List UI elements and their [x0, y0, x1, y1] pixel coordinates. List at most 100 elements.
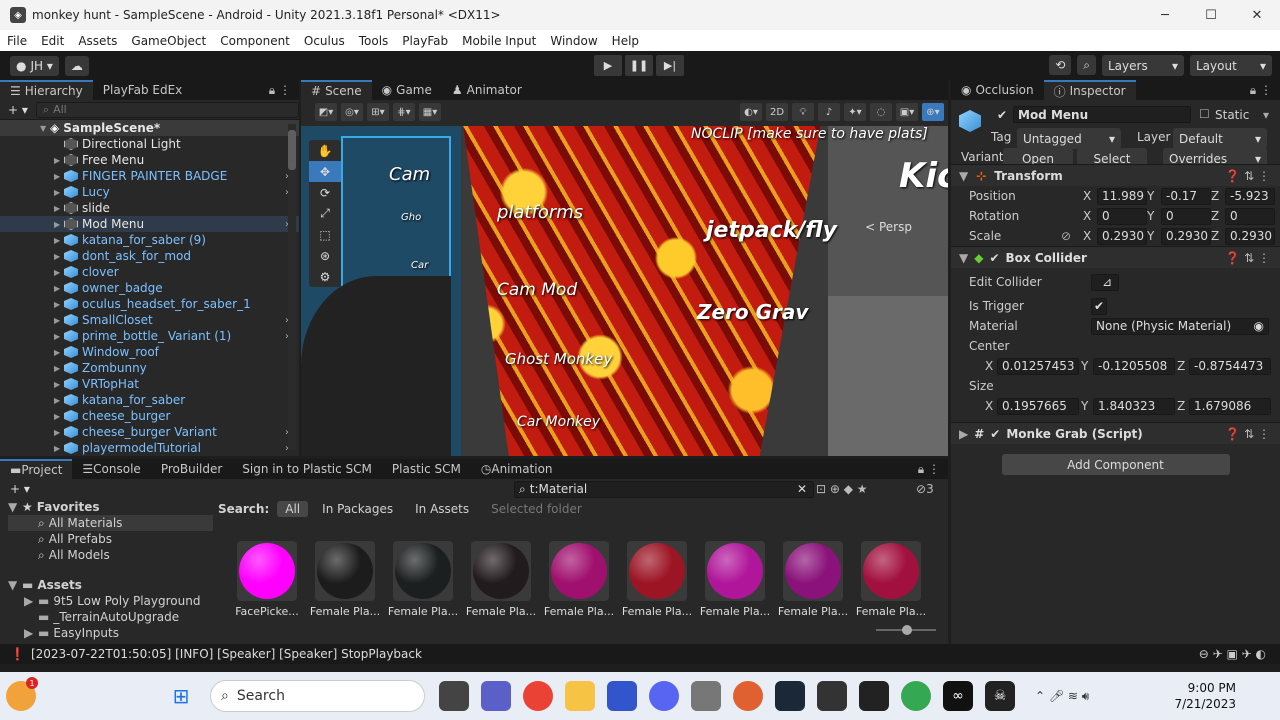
center-x-field[interactable]: 0.01257453 — [997, 357, 1079, 375]
hierarchy-item[interactable]: ▶ cheese_burger Variant › — [0, 424, 299, 440]
project-search-input[interactable]: ⌕ t:Material ✕ — [514, 480, 814, 498]
tab-game[interactable]: ◉ Game — [372, 80, 442, 100]
gizmos-icon[interactable]: ⊕▾ — [922, 103, 944, 121]
hierarchy-item[interactable]: ▶ playermodelTutorial › — [0, 440, 299, 456]
scale-tool-icon[interactable]: ⤢ — [309, 203, 341, 224]
render-mode-button[interactable]: ◐▾ — [740, 103, 762, 121]
create-asset-button[interactable]: + ▾ — [10, 482, 30, 496]
close-button[interactable]: ✕ — [1234, 0, 1280, 30]
expand-arrow-icon[interactable]: ▶ — [54, 348, 64, 357]
size-z-field[interactable]: 1.679086 — [1189, 397, 1271, 415]
folder-easyinputs[interactable]: ▶ ▬ EasyInputs — [8, 625, 213, 641]
menu-component[interactable]: Component — [213, 34, 297, 48]
maximize-button[interactable]: ☐ — [1188, 0, 1234, 30]
effects-icon[interactable]: ✦▾ — [844, 103, 866, 121]
skull-app-icon[interactable]: ☠ — [985, 681, 1015, 711]
filter-in-assets[interactable]: In Assets — [407, 501, 477, 517]
tab-plastic-scm[interactable]: Plastic SCM — [382, 459, 471, 479]
link-scale-icon[interactable]: ⊘ — [1061, 229, 1071, 243]
box-collider-enabled-checkbox[interactable]: ✔ — [989, 251, 999, 265]
teams-icon[interactable] — [481, 681, 511, 711]
menu-playfab[interactable]: PlayFab — [395, 34, 455, 48]
hierarchy-item[interactable]: ▶ oculus_headset_for_saber_1 — [0, 296, 299, 312]
hierarchy-scrollbar[interactable] — [288, 124, 296, 450]
hierarchy-item[interactable]: ▶ prime_bottle_ Variant (1) › — [0, 328, 299, 344]
hierarchy-item[interactable]: ▶ cheese_burger — [0, 408, 299, 424]
hierarchy-item[interactable]: Directional Light — [0, 136, 299, 152]
filter-all[interactable]: All — [277, 501, 309, 517]
rotate-tool-icon[interactable]: ⟳ — [309, 182, 341, 203]
expand-arrow-icon[interactable]: ▶ — [54, 204, 64, 213]
play-button[interactable]: ▶ — [594, 55, 622, 76]
task-view-icon[interactable] — [439, 681, 469, 711]
start-icon[interactable]: ⊞ — [166, 681, 196, 711]
center-z-field[interactable]: -0.8754473 — [1189, 357, 1271, 375]
tab-hierarchy[interactable]: ☰ Hierarchy — [0, 80, 93, 100]
file-explorer-icon[interactable] — [565, 681, 595, 711]
pause-button[interactable]: ❚❚ — [625, 55, 653, 76]
lock-icon[interactable]: 🔒︎ ⋮ — [269, 83, 291, 98]
component-menu-icon[interactable]: ❓ ⇅ ⋮ — [1225, 169, 1270, 183]
transform-rotation-y-field[interactable]: 0 — [1161, 207, 1211, 225]
layer-dropdown[interactable]: Default ▾ — [1173, 128, 1267, 149]
expand-arrow-icon[interactable]: ▶ — [54, 268, 64, 277]
tab-playfab-edex[interactable]: PlayFab EdEx — [93, 80, 193, 100]
windows-search-input[interactable]: ⌕ Search — [210, 680, 425, 712]
grid-snap-button[interactable]: ⊞▾ — [367, 103, 389, 121]
project-lock-icon[interactable]: 🔒︎ ⋮ — [918, 462, 940, 477]
edit-collider-button[interactable]: ⊿ — [1091, 273, 1119, 291]
hierarchy-item[interactable]: ▶ Zombunny — [0, 360, 299, 376]
chrome-2-icon[interactable] — [901, 681, 931, 711]
hierarchy-item[interactable]: ▶ Free Menu — [0, 152, 299, 168]
tray-icons[interactable]: ⌃ 🎤︎ ≋ 🔊︎ — [1035, 689, 1089, 704]
folder-terrain[interactable]: ▬ _TerrainAutoUpgrade — [8, 609, 213, 625]
size-x-field[interactable]: 0.1957665 — [997, 397, 1079, 415]
expand-arrow-icon[interactable]: ▶ — [54, 412, 64, 421]
expand-arrow-icon[interactable]: ▶ — [54, 236, 64, 245]
weather-icon[interactable]: 1 — [6, 677, 38, 711]
tab-console[interactable]: ☰ Console — [72, 459, 150, 479]
transform-rotation-x-field[interactable]: 0 — [1097, 207, 1147, 225]
box-collider-header[interactable]: ▼ ◆ ✔ Box Collider ❓ ⇅ ⋮ — [951, 246, 1280, 268]
active-checkbox[interactable]: ✔ — [997, 108, 1007, 122]
account-dropdown[interactable]: ● JH ▾ — [10, 55, 59, 76]
hand-tool-icon[interactable]: ✋ — [309, 140, 341, 161]
tag-dropdown[interactable]: Untagged ▾ — [1017, 128, 1121, 149]
hierarchy-item[interactable]: ▶ dont_ask_for_mod — [0, 248, 299, 264]
center-y-field[interactable]: -0.1205508 — [1093, 357, 1175, 375]
material-field[interactable]: None (Physic Material) ◉ — [1091, 317, 1269, 335]
transform-position-z-field[interactable]: -5.923 — [1225, 187, 1275, 205]
expand-arrow-icon[interactable]: ▶ — [54, 284, 64, 293]
expand-arrow-icon[interactable]: ▼ — [40, 124, 50, 133]
filter-in-packages[interactable]: In Packages — [314, 501, 401, 517]
tab-scene[interactable]: # Scene — [301, 80, 372, 100]
transform-tool-icon[interactable]: ⊛ — [309, 245, 341, 266]
menu-tools[interactable]: Tools — [352, 34, 396, 48]
menu-oculus[interactable]: Oculus — [297, 34, 352, 48]
menu-mobile-input[interactable]: Mobile Input — [455, 34, 543, 48]
expand-arrow-icon[interactable]: ▶ — [54, 364, 64, 373]
static-checkbox[interactable]: ☐ — [1199, 107, 1210, 121]
layers-dropdown[interactable]: Layers ▾ — [1102, 55, 1184, 76]
expand-arrow-icon[interactable]: ▶ — [54, 444, 64, 453]
draw-mode-button[interactable]: ◩▾ — [315, 103, 337, 121]
scene-root[interactable]: ▼ ◈ SampleScene* — [0, 120, 299, 136]
material-item[interactable]: Female Pla... — [774, 541, 852, 618]
hierarchy-item[interactable]: ▶ Window_roof — [0, 344, 299, 360]
audio-icon[interactable]: ♪ — [818, 103, 840, 121]
add-icon[interactable]: + ▾ — [8, 103, 28, 117]
camera-icon[interactable]: ▣▾ — [896, 103, 918, 121]
tab-project[interactable]: ▬ Project — [0, 459, 73, 479]
favorites-header[interactable]: ▼ ★ Favorites — [8, 499, 213, 515]
step-button[interactable]: ▶| — [656, 55, 684, 76]
hierarchy-item[interactable]: ▶ katana_for_saber (9) — [0, 232, 299, 248]
custom-tool-icon[interactable]: ⚙ — [309, 266, 341, 287]
hierarchy-search-input[interactable]: ⌕ All — [35, 101, 299, 118]
menu-assets[interactable]: Assets — [71, 34, 124, 48]
snap-increment-button[interactable]: ⋕▾ — [393, 103, 415, 121]
transform-position-y-field[interactable]: -0.17 — [1161, 187, 1211, 205]
unity-hub-icon[interactable] — [817, 681, 847, 711]
status-message[interactable]: [2023-07-22T01:50:05] [INFO] [Speaker] [… — [31, 647, 422, 661]
status-icons[interactable]: ⊖ ✈ ▣ ✈ ◐ — [1199, 647, 1266, 661]
size-y-field[interactable]: 1.840323 — [1093, 397, 1175, 415]
